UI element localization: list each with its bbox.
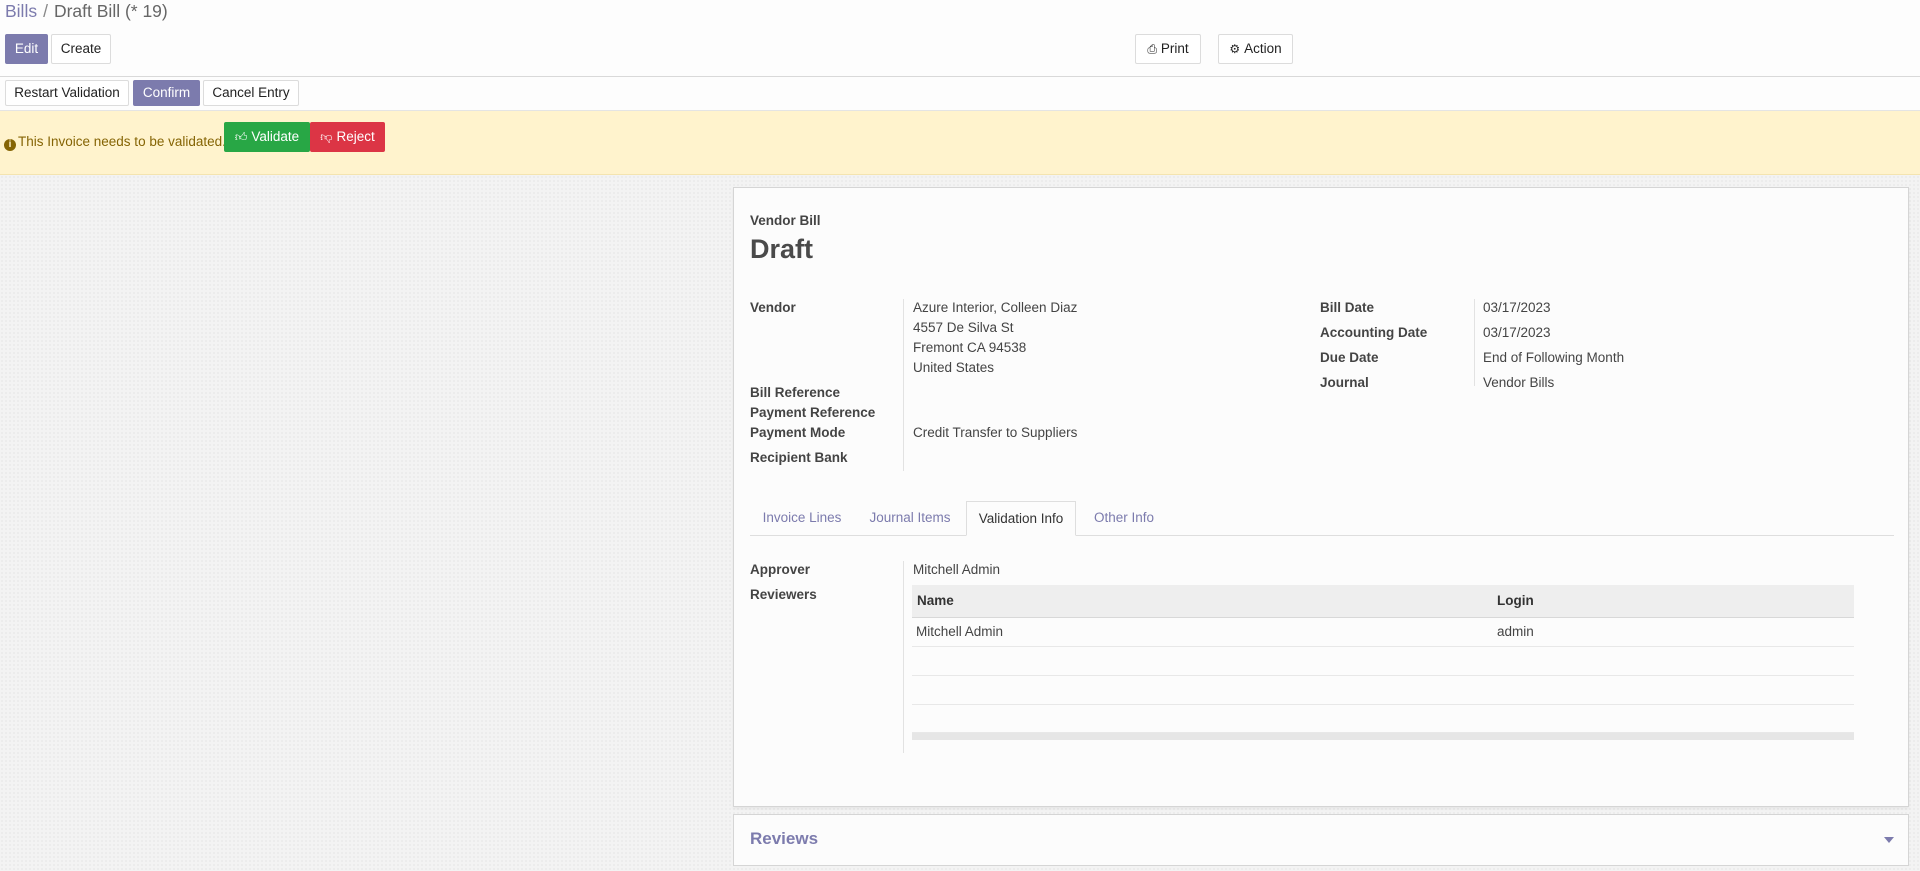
thumbs-up-icon: 👍︎ <box>234 130 248 144</box>
table-row[interactable]: Mitchell Admin admin <box>912 618 1854 647</box>
validation-alert: i This Invoice needs to be validated. 👍︎ V… <box>0 111 1920 175</box>
caret-down-icon[interactable] <box>1884 837 1894 843</box>
validate-button-label: Validate <box>251 129 300 144</box>
print-button-label: Print <box>1160 41 1189 56</box>
tab-validation-info[interactable]: Validation Info <box>966 501 1076 536</box>
vendor-label: Vendor <box>750 300 796 315</box>
print-button[interactable]: ⎙ Print <box>1135 34 1201 64</box>
reviewers-label: Reviewers <box>750 587 817 602</box>
vendor-address-country: United States <box>913 360 995 375</box>
recipient-bank-label: Recipient Bank <box>750 450 848 465</box>
reviews-title[interactable]: Reviews <box>750 829 818 849</box>
bill-date-label: Bill Date <box>1320 300 1375 315</box>
action-button[interactable]: ⚙ Action <box>1218 34 1293 64</box>
restart-validation-button[interactable]: Restart Validation <box>5 80 129 106</box>
reviewer-login-cell: admin <box>1497 624 1534 639</box>
tab-other-info[interactable]: Other Info <box>1076 501 1172 535</box>
document-type-label: Vendor Bill <box>750 213 821 228</box>
thumbs-down-icon: 👎︎ <box>320 130 333 144</box>
column-header-name[interactable]: Name <box>917 593 954 608</box>
tab-invoice-lines[interactable]: Invoice Lines <box>750 501 854 535</box>
control-panel: Bills / Draft Bill (* 19) Edit Create ⎙ Pri… <box>0 0 1920 77</box>
notebook-tabs: Invoice Lines Journal Items Validation I… <box>750 501 1894 536</box>
document-state-title: Draft <box>750 234 814 264</box>
reviewer-name-cell: Mitchell Admin <box>916 624 1004 639</box>
vendor-address-city: Fremont CA 94538 <box>913 340 1027 355</box>
empty-table-row <box>912 676 1854 705</box>
reviewers-table-footer <box>912 733 1854 740</box>
alert-message-text: This Invoice needs to be validated. <box>18 134 226 149</box>
accounting-date-value[interactable]: 03/17/2023 <box>1483 325 1551 340</box>
info-icon: i <box>4 139 16 151</box>
validate-button[interactable]: 👍︎ Validate <box>224 122 310 152</box>
payment-mode-label: Payment Mode <box>750 425 846 440</box>
bill-date-value[interactable]: 03/17/2023 <box>1483 300 1551 315</box>
journal-link[interactable]: Vendor Bills <box>1483 375 1554 390</box>
tab-journal-items[interactable]: Journal Items <box>854 501 966 535</box>
breadcrumb-separator: / <box>43 1 48 21</box>
left-group-divider <box>903 299 904 471</box>
approver-label: Approver <box>750 562 811 577</box>
right-group-divider <box>1474 299 1475 386</box>
bill-reference-label: Bill Reference <box>750 385 841 400</box>
action-button-label: Action <box>1244 41 1282 56</box>
reviewers-table-header: Name Login <box>912 585 1854 618</box>
payment-reference-label: Payment Reference <box>750 405 876 420</box>
reviews-panel[interactable]: Reviews <box>733 814 1909 866</box>
payment-mode-value[interactable]: Credit Transfer to Suppliers <box>913 425 1077 440</box>
vendor-link[interactable]: Azure Interior, Colleen Diaz <box>913 300 1077 315</box>
empty-table-row <box>912 704 1854 733</box>
breadcrumb: Bills / Draft Bill (* 19) <box>5 0 168 22</box>
due-date-label: Due Date <box>1320 350 1379 365</box>
validation-group-divider <box>903 561 904 753</box>
breadcrumb-current: Draft Bill (* 19) <box>53 1 168 21</box>
edit-button[interactable]: Edit <box>5 34 48 64</box>
vendor-address-street: 4557 De Silva St <box>913 320 1014 335</box>
reject-button[interactable]: 👎︎ Reject <box>310 122 385 152</box>
create-button[interactable]: Create <box>51 34 111 64</box>
cancel-entry-button[interactable]: Cancel Entry <box>203 80 299 106</box>
payment-terms-link[interactable]: End of Following Month <box>1483 350 1624 365</box>
status-bar: Restart Validation Confirm Cancel Entry <box>0 77 1920 111</box>
empty-table-row <box>912 647 1854 676</box>
journal-label: Journal <box>1320 375 1369 390</box>
gear-icon: ⚙ <box>1229 42 1241 56</box>
reject-button-label: Reject <box>336 129 375 144</box>
accounting-date-label: Accounting Date <box>1320 325 1428 340</box>
printer-icon: ⎙ <box>1147 42 1157 56</box>
alert-message: i This Invoice needs to be validated. <box>4 127 226 157</box>
breadcrumb-bills-link[interactable]: Bills <box>5 1 37 21</box>
approver-link[interactable]: Mitchell Admin <box>913 562 1000 577</box>
column-header-login[interactable]: Login <box>1497 593 1534 608</box>
form-sheet: Vendor Bill Draft Vendor Azure Interior,… <box>733 187 1909 807</box>
confirm-button[interactable]: Confirm <box>133 80 200 106</box>
